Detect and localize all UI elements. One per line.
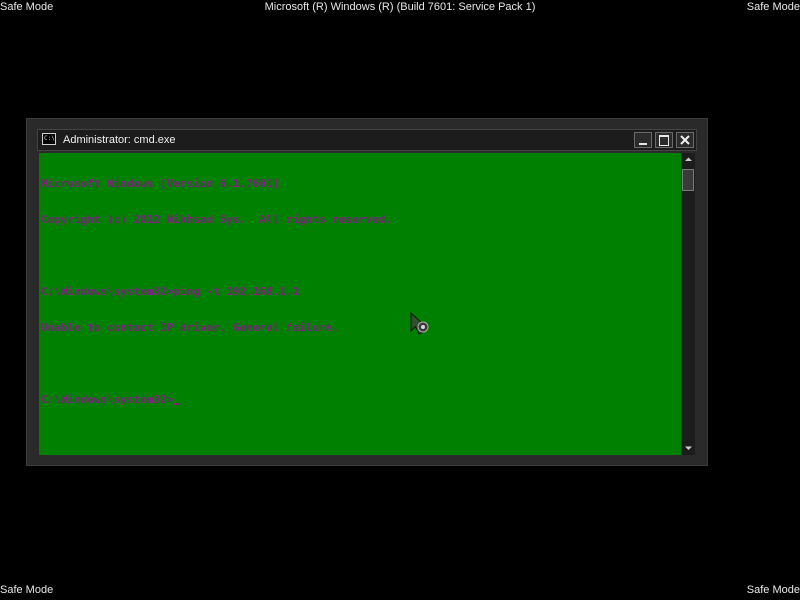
safe-mode-label-top-right: Safe Mode	[746, 1, 800, 13]
minimize-button[interactable]	[634, 132, 652, 148]
console-output[interactable]: Microsoft Windows [Version 6.1.7601] Cop…	[39, 153, 681, 455]
console-line: C:\Windows\system32>ping -t 192.168.1.1	[41, 285, 300, 298]
close-icon	[680, 135, 690, 145]
title-bar[interactable]: C:\ Administrator: cmd.exe	[37, 129, 697, 151]
console-prompt: C:\Windows\system32>	[41, 393, 174, 406]
scroll-up-button[interactable]	[682, 153, 695, 167]
window-title: Administrator: cmd.exe	[63, 134, 176, 146]
maximize-button[interactable]	[655, 132, 673, 148]
safe-mode-label-bottom-left: Safe Mode	[0, 584, 54, 596]
console-line: Microsoft Windows [Version 6.1.7601]	[41, 177, 280, 190]
mouse-pointer-icon	[410, 311, 429, 335]
safe-mode-label-bottom-right: Safe Mode	[746, 584, 800, 596]
cmd-window[interactable]: C:\ Administrator: cmd.exe Microsoft Win…	[26, 118, 708, 466]
cmd-console-icon[interactable]: C:\	[42, 133, 56, 145]
chevron-down-icon	[685, 446, 692, 450]
text-caret	[173, 403, 181, 405]
console-line: Unable to contact IP driver. General fai…	[41, 321, 340, 334]
vertical-scrollbar[interactable]	[681, 153, 695, 455]
desktop: Safe Mode Microsoft (R) Windows (R) (Bui…	[0, 0, 800, 600]
console-prompt-line[interactable]: C:\Windows\system32>	[41, 394, 392, 406]
scroll-thumb[interactable]	[682, 169, 694, 191]
console-line: Copyright (c) 2012 Nikhsad Sys. All righ…	[41, 213, 392, 226]
build-info-label: Microsoft (R) Windows (R) (Build 7601: S…	[264, 1, 536, 13]
scroll-down-button[interactable]	[682, 441, 695, 455]
console-text: Microsoft Windows [Version 6.1.7601] Cop…	[41, 154, 392, 430]
close-button[interactable]	[676, 132, 694, 148]
chevron-up-icon	[685, 157, 692, 161]
